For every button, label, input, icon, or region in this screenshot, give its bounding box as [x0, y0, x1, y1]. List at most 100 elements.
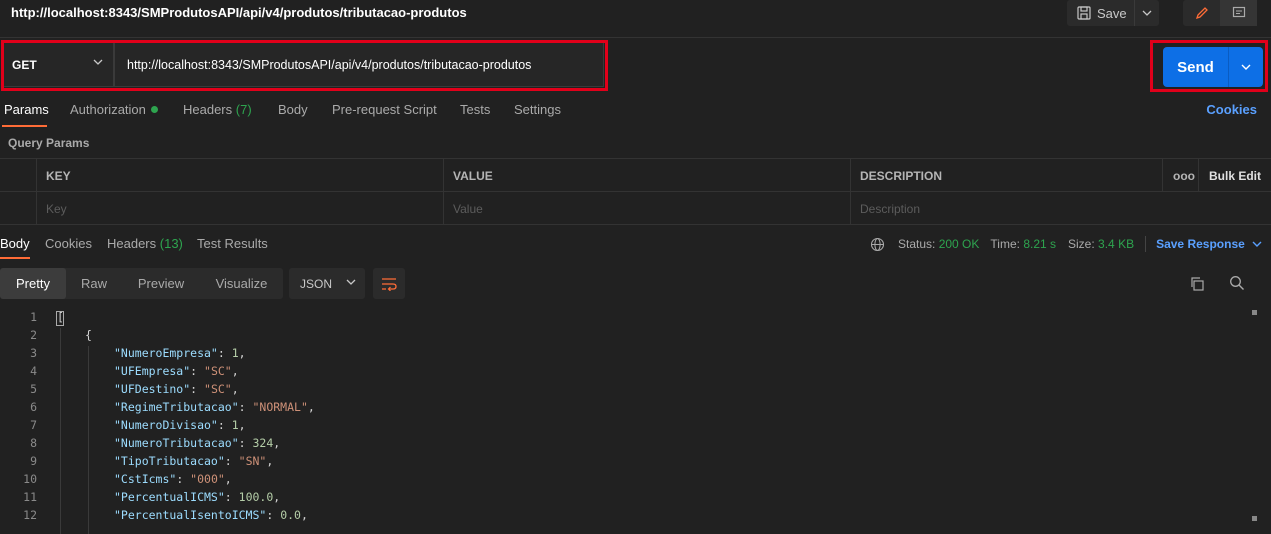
save-button[interactable]: Save	[1067, 0, 1135, 26]
word-wrap-button[interactable]	[373, 268, 405, 299]
column-description: DESCRIPTION	[850, 159, 1162, 192]
tab-headers[interactable]: Headers (7)	[183, 102, 252, 117]
comment-icon	[1232, 6, 1245, 18]
line-number: 9	[30, 454, 37, 468]
response-tab-headers-label: Headers	[107, 236, 157, 251]
chevron-down-icon	[1142, 10, 1152, 16]
more-options-button[interactable]: ooo	[1162, 159, 1198, 192]
globe-icon[interactable]	[870, 237, 885, 252]
code-line: 7 "NumeroDivisao": 1,	[0, 418, 1240, 436]
code-line: 10 "CstIcms": "000",	[0, 472, 1240, 490]
query-params-label: Query Params	[8, 136, 90, 150]
scroll-up-arrow[interactable]	[1252, 310, 1257, 315]
description-input[interactable]: Description	[850, 192, 1271, 225]
json-key: "UFDestino"	[114, 382, 191, 396]
bulk-edit-button[interactable]: Bulk Edit	[1198, 159, 1271, 192]
json-string: "SC"	[204, 382, 232, 396]
view-raw[interactable]: Raw	[66, 268, 122, 299]
send-options-button[interactable]	[1229, 47, 1263, 87]
code-line: 8 "NumeroTributacao": 324,	[0, 436, 1240, 454]
json-key: "PercentualIsentoICMS"	[114, 508, 267, 522]
highlight-box-send: Send	[1150, 40, 1268, 92]
editor-scrollbar[interactable]	[1252, 310, 1258, 524]
json-key: "NumeroEmpresa"	[114, 346, 218, 360]
line-number: 3	[30, 346, 37, 360]
send-button[interactable]: Send	[1163, 47, 1229, 87]
line-number: 7	[30, 418, 37, 432]
active-tab-indicator	[2, 125, 47, 127]
send-button-group[interactable]: Send	[1163, 47, 1263, 87]
save-button-group[interactable]: Save	[1067, 0, 1159, 26]
json-key: "TipoTributacao"	[114, 454, 225, 468]
code-line: 3 "NumeroEmpresa": 1,	[0, 346, 1240, 364]
size-value[interactable]: 3.4 KB	[1098, 237, 1134, 251]
json-number: 100.0	[238, 490, 274, 504]
request-title[interactable]: http://localhost:8343/SMProdutosAPI/api/…	[11, 5, 467, 20]
request-title-bar: http://localhost:8343/SMProdutosAPI/api/…	[0, 0, 1271, 38]
code-line: 2 {	[0, 328, 1240, 346]
time-label: Time:	[990, 237, 1020, 251]
view-preview[interactable]: Preview	[122, 268, 200, 299]
save-options-button[interactable]	[1135, 0, 1159, 26]
json-key: "UFEmpresa"	[114, 364, 191, 378]
json-number: 0.0	[280, 508, 301, 522]
url-input[interactable]: http://localhost:8343/SMProdutosAPI/api/…	[114, 42, 604, 87]
tab-tests[interactable]: Tests	[460, 102, 490, 117]
response-body-editor[interactable]: 1 [ 2 { 3 "NumeroEmpresa": 1, 4 "UFEmpre…	[0, 308, 1271, 534]
tab-body[interactable]: Body	[278, 102, 308, 117]
response-headers-count: (13)	[159, 236, 183, 251]
edit-mode-button[interactable]	[1183, 0, 1220, 26]
line-number: 11	[23, 490, 37, 504]
headers-count: (7)	[235, 102, 252, 117]
json-key: "NumeroTributacao"	[114, 436, 239, 450]
method-select[interactable]: GET	[2, 42, 114, 87]
format-select[interactable]: JSON	[289, 268, 365, 299]
status-value[interactable]: 200 OK	[939, 237, 980, 251]
copy-icon[interactable]	[1189, 276, 1205, 292]
search-icon[interactable]	[1229, 275, 1245, 291]
pencil-icon	[1195, 7, 1208, 20]
response-tab-headers[interactable]: Headers (13)	[107, 236, 183, 251]
size-label: Size:	[1068, 237, 1095, 251]
documentation-mode-button[interactable]	[1220, 0, 1257, 26]
view-visualize[interactable]: Visualize	[200, 268, 283, 299]
wrap-lines-icon	[382, 277, 397, 291]
response-tab-body[interactable]: Body	[0, 236, 30, 251]
cookies-link[interactable]: Cookies	[1206, 102, 1257, 117]
json-key: "NumeroDivisao"	[114, 418, 218, 432]
line-number: 1	[30, 310, 37, 324]
code-line: 6 "RegimeTributacao": "NORMAL",	[0, 400, 1240, 418]
chevron-down-icon	[346, 279, 356, 285]
response-tab-cookies[interactable]: Cookies	[45, 236, 92, 251]
method-value: GET	[12, 57, 37, 72]
table-header-row: KEY VALUE DESCRIPTION ooo Bulk Edit	[0, 159, 1271, 192]
code-line: 12 "PercentualIsentoICMS": 0.0,	[0, 508, 1240, 526]
status-dot-icon	[150, 106, 158, 113]
active-response-tab-indicator	[0, 257, 30, 259]
save-label: Save	[1097, 5, 1127, 21]
divider	[1145, 236, 1147, 252]
code-text: {	[85, 328, 92, 342]
json-number: 1	[231, 346, 239, 360]
key-input[interactable]: Key	[36, 192, 443, 225]
value-input[interactable]: Value	[443, 192, 850, 225]
tab-settings[interactable]: Settings	[514, 102, 561, 117]
time-value[interactable]: 8.21 s	[1023, 237, 1056, 251]
tab-pre-request-script[interactable]: Pre-request Script	[332, 102, 437, 117]
response-tab-test-results[interactable]: Test Results	[197, 236, 268, 251]
table-row: Key Value Description	[0, 192, 1271, 225]
line-number: 2	[30, 328, 37, 342]
json-key: "CstIcms"	[114, 472, 177, 486]
chevron-down-icon	[93, 59, 103, 65]
scroll-down-arrow[interactable]	[1252, 516, 1257, 521]
line-number: 10	[23, 472, 37, 486]
json-string: "000"	[190, 472, 225, 486]
tab-params[interactable]: Params	[4, 102, 49, 117]
tab-authorization[interactable]: Authorization	[70, 102, 158, 117]
request-bar: GET http://localhost:8343/SMProdutosAPI/…	[0, 40, 1271, 92]
chevron-down-icon	[1241, 64, 1251, 70]
view-mode-toggle[interactable]	[1183, 0, 1257, 26]
line-number: 8	[30, 436, 37, 450]
save-response-button[interactable]: Save Response	[1156, 237, 1245, 251]
view-pretty[interactable]: Pretty	[0, 268, 66, 299]
